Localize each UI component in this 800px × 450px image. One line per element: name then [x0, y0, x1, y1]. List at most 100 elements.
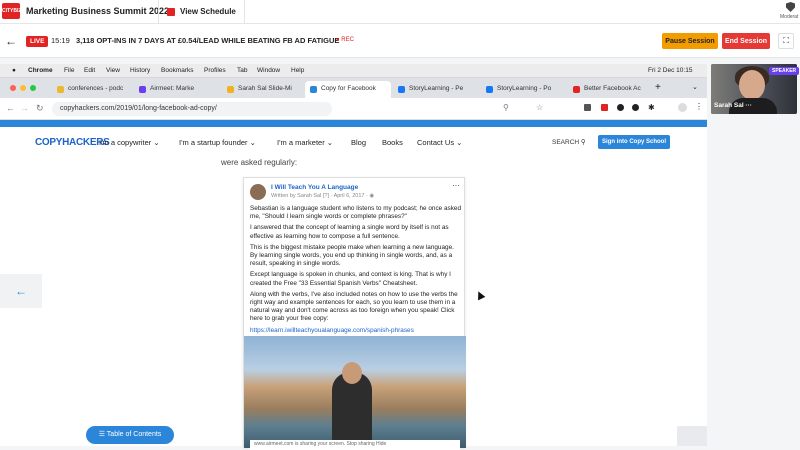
calendar-icon	[167, 7, 175, 16]
browser-tab[interactable]: Better Facebook Ac	[568, 81, 652, 98]
post-avatar	[250, 184, 266, 200]
bookmark-star-icon[interactable]: ☆	[536, 103, 543, 112]
tab-label: StoryLearning - Po	[497, 85, 552, 92]
extension-icon[interactable]	[601, 104, 608, 111]
event-logo: CITYBIZ	[2, 3, 21, 19]
photo-person-head	[342, 362, 362, 384]
address-bar: ← → ↻ copyhackers.com/2019/01/long-faceb…	[0, 98, 707, 120]
more-icon[interactable]: ⋮	[695, 102, 703, 111]
mac-menu-history: History	[130, 67, 151, 74]
post-photo	[244, 336, 466, 448]
live-badge: LIVE	[26, 36, 49, 47]
shield-icon	[786, 2, 795, 12]
nav-books[interactable]: Books	[382, 138, 403, 147]
rec-indicator: ● REC	[336, 37, 354, 43]
close-window-icon[interactable]	[10, 85, 16, 91]
nav-marketer[interactable]: I'm a marketer ⌄	[277, 138, 333, 147]
mac-menu-bar: ● Chrome File Edit View History Bookmark…	[0, 64, 707, 78]
tab-label: StoryLearning - Pe	[409, 85, 464, 92]
top-bar: CITYBIZ Marketing Business Summit 2022 V…	[0, 0, 800, 24]
browser-tab[interactable]: conferences - podc	[52, 81, 132, 98]
back-arrow-icon[interactable]: ←	[5, 34, 17, 48]
session-timer: 15:19	[51, 36, 70, 45]
minimize-window-icon[interactable]	[20, 85, 26, 91]
fullscreen-icon[interactable]: ⛶	[778, 33, 794, 49]
tab-favicon-icon	[486, 86, 493, 93]
tab-favicon-icon	[139, 86, 146, 93]
screen-share-bar[interactable]: www.airmeet.com is sharing your screen. …	[250, 440, 460, 450]
post-page-name[interactable]: I Will Teach You A Language	[271, 184, 358, 191]
tab-label: Airmeet: Marke	[150, 85, 195, 92]
post-paragraph: Except language is spoken in chunks, and…	[250, 271, 451, 287]
tab-label: Copy for Facebook	[321, 85, 376, 92]
post-meta: Written by Sarah Sal [?] · April 6, 2017…	[271, 193, 375, 199]
event-title: Marketing Business Summit 2022	[26, 6, 170, 16]
mac-clock: Fri 2 Dec 10:15	[648, 67, 693, 74]
recaptcha-badge	[677, 426, 707, 446]
speaker-badge: SPEAKER	[769, 67, 800, 75]
post-paragraph: I answered that the concept of learning …	[250, 224, 449, 240]
mac-menu-file: File	[64, 67, 75, 74]
sign-in-button[interactable]: Sign into Copy School	[598, 135, 670, 149]
profile-avatar[interactable]	[678, 103, 687, 112]
prev-arrow-icon[interactable]: ←	[0, 274, 42, 308]
tab-favicon-icon	[573, 86, 580, 93]
mac-menu-profiles: Profiles	[204, 67, 226, 74]
browser-tab[interactable]: Sarah Sal Slide-Mi	[222, 81, 302, 98]
tab-favicon-icon	[227, 86, 234, 93]
view-schedule-button[interactable]: View Schedule	[158, 0, 245, 23]
nav-startup-founder[interactable]: I'm a startup founder ⌄	[179, 138, 256, 147]
mac-menu-view: View	[106, 67, 120, 74]
browser-tab-bar: conferences - podc Airmeet: Marke Sarah …	[0, 78, 707, 98]
tab-favicon-icon	[57, 86, 64, 93]
search-label: SEARCH	[552, 139, 580, 146]
maximize-window-icon[interactable]	[30, 85, 36, 91]
mac-menu-window: Window	[257, 67, 281, 74]
table-of-contents-button[interactable]: ☰ Table of Contents	[86, 426, 174, 444]
puzzle-icon[interactable]: ✱	[648, 103, 655, 112]
post-body: Sebastian is a language student who list…	[250, 205, 462, 335]
tab-label: conferences - podc	[68, 85, 124, 92]
end-session-button[interactable]: End Session	[722, 33, 770, 49]
speaker-name: Sarah Sal ···	[714, 102, 752, 109]
site-search[interactable]: SEARCH ⚲	[552, 138, 586, 146]
tab-favicon-icon	[398, 86, 405, 93]
chevron-down-icon[interactable]: ⌄	[692, 83, 698, 91]
browser-tab[interactable]: Airmeet: Marke	[134, 81, 214, 98]
browser-tab[interactable]: StoryLearning - Po	[481, 81, 567, 98]
post-link[interactable]: https://learn.iwillteachyoualanguage.com…	[250, 327, 414, 334]
nav-copywriter[interactable]: I'm a copywriter ⌄	[99, 138, 160, 147]
mac-menu-edit: Edit	[84, 67, 96, 74]
mac-menu-bookmarks: Bookmarks	[161, 67, 194, 74]
extension-icon[interactable]	[617, 104, 624, 111]
new-tab-icon[interactable]: +	[655, 82, 661, 93]
browser-tab-active[interactable]: Copy for Facebook	[305, 81, 391, 98]
extension-icon[interactable]	[632, 104, 639, 111]
tab-label: Sarah Sal Slide-Mi	[238, 85, 292, 92]
post-paragraph: Along with the verbs, I've also included…	[250, 290, 458, 323]
role-label: Moderat	[780, 14, 799, 20]
apple-icon: ●	[12, 67, 16, 74]
session-title: 3,118 OPT-INS IN 7 DAYS AT £0.54/LEAD WH…	[76, 36, 340, 45]
tab-label: Better Facebook Ac	[584, 85, 641, 92]
nav-contact[interactable]: Contact Us ⌄	[417, 138, 462, 147]
nav-blog[interactable]: Blog	[351, 138, 366, 147]
url-field[interactable]: copyhackers.com/2019/01/long-facebook-ad…	[52, 102, 332, 116]
browser-tab[interactable]: StoryLearning - Pe	[393, 81, 479, 98]
reload-icon[interactable]: ↻	[36, 103, 44, 114]
zoom-icon[interactable]: ⚲	[503, 103, 509, 112]
extension-icon[interactable]	[584, 104, 591, 111]
session-bar: ← LIVE 15:19 3,118 OPT-INS IN 7 DAYS AT …	[0, 24, 800, 58]
mac-app-name: Chrome	[28, 67, 53, 74]
url-text: copyhackers.com/2019/01/long-facebook-ad…	[60, 105, 217, 112]
article-text: were asked regularly:	[221, 158, 298, 167]
mac-menu-tab: Tab	[237, 67, 248, 74]
speaker-face	[739, 70, 765, 100]
pause-session-button[interactable]: Pause Session	[662, 33, 718, 49]
site-nav: COPYHACKERS I'm a copywriter ⌄ I'm a sta…	[0, 127, 707, 157]
mac-menu-help: Help	[291, 67, 305, 74]
forward-icon[interactable]: →	[20, 103, 29, 113]
facebook-post: I Will Teach You A Language Written by S…	[243, 177, 466, 448]
back-icon[interactable]: ←	[6, 103, 15, 113]
more-options-icon[interactable]: ···	[452, 181, 460, 190]
